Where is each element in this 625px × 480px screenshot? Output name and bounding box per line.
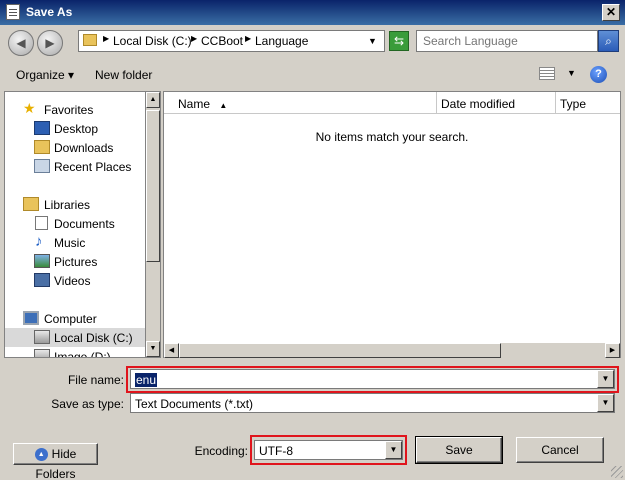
refresh-button[interactable]: ⇆ xyxy=(389,31,409,51)
column-header-name[interactable]: Name ▲ xyxy=(164,92,437,114)
scroll-up-icon[interactable]: ▲ xyxy=(146,92,160,108)
nav-item-label: Recent Places xyxy=(54,160,132,174)
save-as-type-select[interactable]: Text Documents (*.txt) ▼ xyxy=(130,393,615,413)
encoding-value: UTF-8 xyxy=(259,444,293,458)
nav-item-libraries[interactable]: Libraries xyxy=(5,195,145,214)
nav-item-downloads[interactable]: Downloads xyxy=(5,138,145,157)
breadcrumb-language[interactable]: Language xyxy=(255,34,308,48)
nav-item-favorites[interactable]: ★ Favorites xyxy=(5,100,145,119)
nav-item-videos[interactable]: Videos xyxy=(5,271,145,290)
empty-message: No items match your search. xyxy=(315,130,469,144)
breadcrumb-separator-icon: ▶ xyxy=(103,34,110,43)
back-button[interactable]: ◀ xyxy=(8,30,34,56)
back-arrow-icon: ◀ xyxy=(16,36,26,50)
forward-arrow-icon: ▶ xyxy=(45,36,55,50)
nav-item-label: Videos xyxy=(54,274,91,288)
nav-item-local-disk[interactable]: Local Disk (C:) xyxy=(5,328,145,347)
file-list[interactable]: Name ▲ Date modified Type No items match… xyxy=(163,91,621,358)
nav-item-image-drive[interactable]: Image (D:) xyxy=(5,347,145,358)
nav-item-recent-places[interactable]: Recent Places xyxy=(5,157,145,176)
pictures-icon xyxy=(34,254,50,268)
star-icon: ★ xyxy=(23,100,36,116)
nav-item-label: Pictures xyxy=(54,255,98,269)
scroll-left-icon[interactable]: ◀ xyxy=(164,343,179,358)
videos-icon xyxy=(34,273,50,287)
cancel-button[interactable]: Cancel xyxy=(516,437,604,463)
breadcrumb-ccboot[interactable]: CCBoot xyxy=(201,34,243,48)
navigation-pane: ★ Favorites Desktop Downloads Recent Pla… xyxy=(4,91,145,358)
drive-icon xyxy=(34,349,50,357)
close-button[interactable]: ✕ xyxy=(602,4,620,21)
command-bar xyxy=(0,61,625,87)
nav-scrollbar[interactable]: ▲ ▼ xyxy=(145,91,161,358)
breadcrumb-local-disk[interactable]: Local Disk (C:) xyxy=(113,34,192,48)
save-button[interactable]: Save xyxy=(415,436,503,464)
nav-item-music[interactable]: ♪ Music xyxy=(5,233,145,252)
documents-icon xyxy=(35,216,48,230)
collapse-arrow-icon: ▲ xyxy=(34,448,48,462)
search-icon: ⌕ xyxy=(605,34,612,48)
file-name-input[interactable]: enu xyxy=(135,373,158,387)
nav-item-documents[interactable]: Documents xyxy=(5,214,145,233)
help-button[interactable]: ? xyxy=(590,66,607,83)
nav-item-label: Local Disk (C:) xyxy=(54,331,133,345)
file-list-hscrollbar[interactable]: ◀ ▶ xyxy=(164,343,620,358)
refresh-icon: ⇆ xyxy=(393,34,405,48)
notepad-icon xyxy=(6,4,20,20)
search-button[interactable]: ⌕ xyxy=(598,30,619,52)
breadcrumb-separator-icon: ▶ xyxy=(191,34,198,43)
hscroll-thumb[interactable] xyxy=(179,343,501,358)
save-as-type-label: Save as type: xyxy=(51,397,124,411)
nav-item-label: Image (D:) xyxy=(54,350,111,358)
file-name-label: File name: xyxy=(67,373,124,387)
resize-grip[interactable] xyxy=(611,466,623,478)
nav-item-label: Downloads xyxy=(54,141,114,155)
address-bar[interactable]: ▶ Local Disk (C:) ▶ CCBoot ▶ Language ▼ xyxy=(78,30,385,52)
nav-item-label: Documents xyxy=(54,217,115,231)
drive-icon xyxy=(34,330,50,344)
computer-icon xyxy=(23,311,39,325)
nav-item-computer[interactable]: Computer xyxy=(5,309,145,328)
column-header-type[interactable]: Type xyxy=(556,92,620,114)
folder-icon xyxy=(83,34,97,46)
nav-item-label: Music xyxy=(54,236,86,250)
sort-ascending-icon: ▲ xyxy=(219,101,228,110)
music-icon: ♪ xyxy=(35,233,43,250)
encoding-label: Encoding: xyxy=(194,444,248,458)
downloads-icon xyxy=(34,140,50,154)
nav-item-label: Libraries xyxy=(44,198,91,212)
desktop-icon xyxy=(34,121,50,135)
chevron-down-icon[interactable]: ▼ xyxy=(597,370,614,388)
chevron-down-icon[interactable]: ▼ xyxy=(385,441,402,459)
nav-item-label: Desktop xyxy=(54,122,99,136)
chevron-down-icon[interactable]: ▼ xyxy=(597,394,614,412)
forward-button[interactable]: ▶ xyxy=(37,30,63,56)
breadcrumb-separator-icon: ▶ xyxy=(245,34,252,43)
libraries-icon xyxy=(23,197,39,211)
organize-menu[interactable]: Organize ▾ xyxy=(16,68,74,82)
nav-item-label: Computer xyxy=(44,312,97,326)
view-options-icon[interactable] xyxy=(539,67,555,80)
nav-item-label: Favorites xyxy=(44,103,94,117)
nav-item-pictures[interactable]: Pictures xyxy=(5,252,145,271)
window-title: Save As xyxy=(26,5,73,19)
search-input[interactable] xyxy=(416,30,598,52)
column-header-label: Name xyxy=(178,97,211,111)
save-as-type-value: Text Documents (*.txt) xyxy=(135,397,254,411)
file-name-combobox[interactable]: enu ▼ xyxy=(130,369,615,389)
recent-places-icon xyxy=(34,159,50,173)
column-header-date-modified[interactable]: Date modified xyxy=(437,92,556,114)
new-folder-button[interactable]: New folder xyxy=(95,68,152,82)
scroll-right-icon[interactable]: ▶ xyxy=(605,343,620,358)
scroll-down-icon[interactable]: ▼ xyxy=(146,341,160,357)
nav-item-desktop[interactable]: Desktop xyxy=(5,119,145,138)
address-dropdown-icon[interactable]: ▼ xyxy=(368,36,377,46)
encoding-select[interactable]: UTF-8 ▼ xyxy=(254,440,403,460)
hide-folders-button[interactable]: ▲ Hide Folders xyxy=(13,443,98,480)
title-bar: Save As xyxy=(0,0,625,25)
view-dropdown-icon[interactable]: ▼ xyxy=(567,68,576,78)
nav-scroll-thumb[interactable] xyxy=(146,110,160,262)
